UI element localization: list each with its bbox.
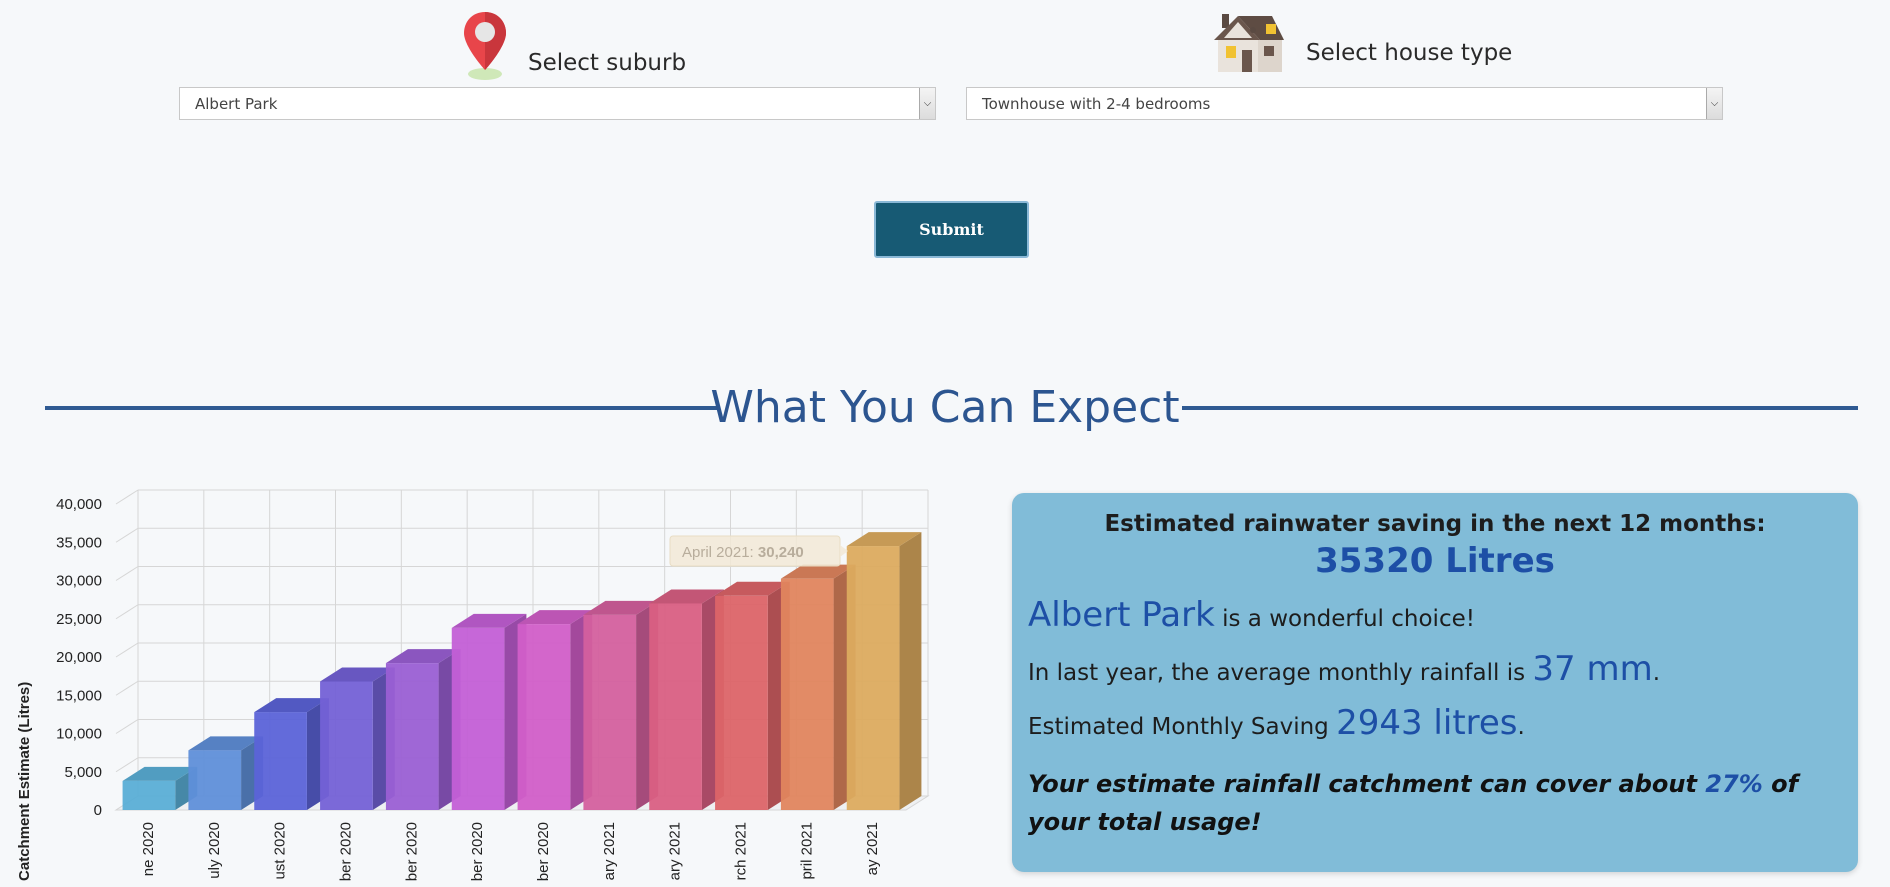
x-tick-label: ber 2020 — [403, 822, 420, 881]
grid-depth-line — [115, 527, 139, 543]
house-icon — [1214, 14, 1284, 72]
x-tick-label: ber 2020 — [469, 822, 486, 881]
tooltip-text: April 2021: 30,240 — [682, 544, 804, 561]
rainfall-suffix: . — [1652, 660, 1660, 686]
saving-value: 2943 litres — [1336, 703, 1518, 743]
monthly-saving-line: Estimated Monthly Saving 2943 litres. — [1028, 703, 1842, 743]
chart-bar[interactable] — [846, 532, 922, 810]
x-tick-label: ne 2020 — [140, 822, 157, 876]
chart-bar-front — [846, 546, 900, 810]
chart-bar-front — [385, 663, 439, 810]
chart-bar[interactable] — [254, 698, 329, 810]
y-tick-label: 35,000 — [56, 534, 102, 551]
saving-prefix: Estimated Monthly Saving — [1028, 714, 1337, 740]
y-tick-label: 5,000 — [64, 764, 102, 781]
coverage-value: 27% — [1705, 770, 1763, 798]
chart-bar-front — [320, 681, 373, 810]
coverage-prefix: Your estimate rainfall catchment can cov… — [1028, 770, 1706, 798]
chart-tooltip: April 2021: 30,240 — [669, 535, 848, 567]
chart-x-ticks: ne 2020 uly 2020 ust 2020 ber 2020 ber 2020 b… — [140, 822, 881, 881]
section-rule-right — [1182, 406, 1858, 410]
chart-bar-front — [715, 595, 768, 810]
chart-bar[interactable] — [451, 613, 527, 810]
rainfall-line: In last year, the average monthly rainfa… — [1028, 649, 1842, 689]
chevron-down-icon[interactable]: ⌵ — [1706, 88, 1722, 119]
x-tick-label: ary 2021 — [667, 822, 684, 880]
chart-bar[interactable] — [780, 564, 856, 810]
suburb-name: Albert Park — [1028, 595, 1215, 635]
saving-suffix: . — [1517, 714, 1525, 740]
chart-bar[interactable] — [715, 581, 790, 810]
x-tick-label: ber 2020 — [535, 822, 552, 881]
chart-bar[interactable] — [649, 589, 724, 810]
suburb-header: Select suburb — [462, 10, 686, 82]
chart-bar-side — [899, 532, 922, 810]
chart-y-axis-label: Water Catchment Estimate (Litres) — [16, 682, 33, 883]
grid-depth-line — [115, 489, 139, 505]
suburb-select-value: Albert Park — [195, 94, 278, 113]
chart-bar-front — [122, 780, 176, 810]
chevron-down-icon[interactable]: ⌵ — [919, 88, 935, 119]
chart-bar[interactable] — [517, 610, 593, 810]
grid-depth-line — [115, 642, 139, 658]
chart-bar[interactable] — [320, 667, 395, 810]
house-type-select[interactable]: Townhouse with 2-4 bedrooms ⌵ — [966, 87, 1723, 120]
y-tick-label: 15,000 — [56, 687, 102, 704]
y-tick-label: 25,000 — [56, 611, 102, 628]
catchment-chart: 0 5,000 10,000 15,000 20,000 25,000 30,000 35,0… — [0, 480, 960, 887]
house-type-header: Select house type — [1212, 10, 1512, 72]
chart-y-ticks: 0 5,000 10,000 15,000 20,000 25,000 30,000 35,0… — [56, 496, 102, 819]
savings-total: 35320 Litres — [1315, 541, 1555, 581]
grid-depth-line — [115, 757, 139, 773]
rainfall-prefix: In last year, the average monthly rainfa… — [1028, 660, 1533, 686]
y-tick-label: 0 — [94, 802, 102, 819]
tooltip-label: April 2021: — [682, 544, 758, 561]
y-tick-label: 10,000 — [56, 726, 102, 743]
chart-bar-front — [451, 627, 505, 810]
house-type-title: Select house type — [1306, 40, 1513, 66]
chart-bars — [122, 532, 922, 810]
grid-depth-line — [115, 566, 139, 581]
tooltip-value: 30,240 — [758, 544, 804, 561]
chart-bar-front — [517, 624, 571, 810]
chart-bar[interactable] — [385, 649, 461, 810]
house-type-select-value: Townhouse with 2-4 bedrooms — [982, 94, 1211, 113]
x-tick-label: ary 2021 — [601, 822, 618, 880]
x-tick-label: uly 2020 — [206, 822, 223, 879]
choice-text: is a wonderful choice! — [1214, 606, 1475, 632]
x-tick-label: pril 2021 — [798, 822, 815, 880]
suburb-select[interactable]: Albert Park ⌵ — [179, 87, 936, 120]
savings-info-card: Estimated rainwater saving in the next 1… — [1012, 493, 1858, 872]
coverage-line: Your estimate rainfall catchment can cov… — [1028, 765, 1842, 841]
chart-bar[interactable] — [583, 600, 659, 810]
location-pin-icon — [464, 12, 506, 80]
x-tick-label: ay 2021 — [864, 822, 881, 875]
submit-button[interactable]: Submit — [874, 201, 1029, 258]
catchment-chart-svg: 0 5,000 10,000 15,000 20,000 25,000 30,000 35,0… — [16, 489, 930, 887]
suburb-title: Select suburb — [528, 50, 687, 76]
y-tick-label: 30,000 — [56, 573, 102, 590]
chart-bar-front — [188, 750, 242, 810]
y-tick-label: 20,000 — [56, 649, 102, 666]
chart-bar[interactable] — [188, 736, 264, 810]
chart-bar-front — [583, 614, 637, 810]
chart-bar-front — [780, 578, 834, 810]
savings-heading: Estimated rainwater saving in the next 1… — [1104, 511, 1766, 537]
chart-bar-front — [254, 712, 307, 810]
grid-depth-line — [115, 680, 139, 696]
grid-depth-line — [115, 604, 139, 620]
grid-depth-line — [115, 719, 139, 734]
chart-bar-front — [649, 603, 702, 810]
x-tick-label: ber 2020 — [337, 822, 354, 881]
x-tick-label: ust 2020 — [272, 822, 289, 880]
rainfall-value: 37 mm — [1532, 649, 1653, 689]
x-tick-label: rch 2021 — [732, 822, 749, 880]
suburb-choice-line: Albert Park is a wonderful choice! — [1028, 595, 1842, 635]
y-tick-label: 40,000 — [56, 496, 102, 513]
